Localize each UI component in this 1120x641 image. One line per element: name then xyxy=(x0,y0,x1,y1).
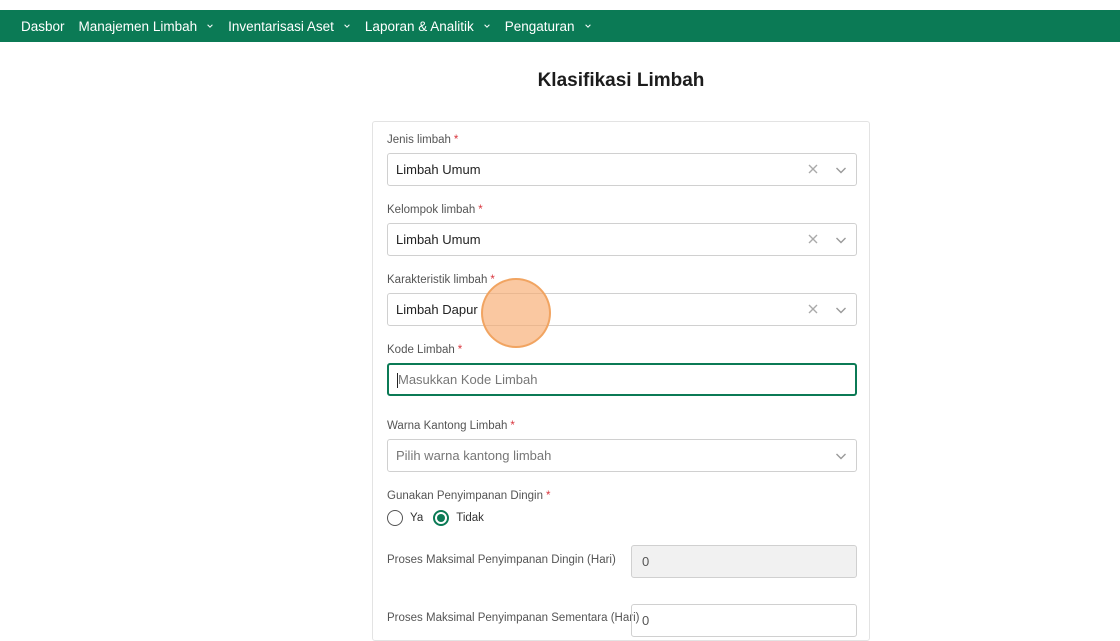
chevron-down-icon[interactable] xyxy=(835,305,847,315)
main-navbar: Dasbor Manajemen Limbah Inventarisasi As… xyxy=(0,10,1120,42)
radio-tidak[interactable] xyxy=(433,510,450,526)
radio-label-ya[interactable]: Ya xyxy=(410,512,423,524)
karakteristik-limbah-select[interactable]: Limbah Dapur xyxy=(387,293,857,326)
jenis-limbah-select[interactable]: Limbah Umum xyxy=(387,153,857,186)
chevron-down-icon xyxy=(483,24,490,28)
text-caret xyxy=(397,373,398,388)
selected-value: Limbah Umum xyxy=(396,232,481,247)
penyimpanan-dingin-label: Gunakan Penyimpanan Dingin * xyxy=(387,490,550,502)
proses-dingin-label: Proses Maksimal Penyimpanan Dingin (Hari… xyxy=(387,554,616,566)
karakteristik-limbah-label: Karakteristik limbah * xyxy=(387,274,495,286)
required-marker: * xyxy=(478,204,483,216)
penyimpanan-dingin-radio-group: Ya Tidak xyxy=(387,510,494,526)
nav-label: Pengaturan xyxy=(504,18,575,34)
chevron-down-icon xyxy=(207,24,213,28)
nav-label: Laporan & Analitik xyxy=(364,18,474,34)
required-marker: * xyxy=(453,134,459,146)
nav-label: Inventarisasi Aset xyxy=(228,18,334,34)
required-marker: * xyxy=(490,274,495,286)
classification-form-card: Jenis limbah * Limbah Umum Kelompok limba… xyxy=(372,121,870,641)
close-icon[interactable] xyxy=(807,163,819,175)
required-marker: * xyxy=(457,344,463,356)
page-title: Klasifikasi Limbah xyxy=(537,70,705,91)
input-placeholder: Masukkan Kode Limbah xyxy=(398,372,538,387)
kode-limbah-input[interactable]: Masukkan Kode Limbah xyxy=(387,363,857,396)
label-text: Gunakan Penyimpanan Dingin xyxy=(387,490,543,502)
label-text: Karakteristik limbah xyxy=(387,274,488,286)
chevron-down-icon[interactable] xyxy=(835,165,847,175)
close-icon[interactable] xyxy=(807,233,819,245)
kode-limbah-label: Kode Limbah * xyxy=(387,344,462,356)
required-marker: * xyxy=(510,420,515,432)
proses-sementara-label: Proses Maksimal Penyimpanan Sementara (H… xyxy=(387,612,640,624)
proses-dingin-input: 0 xyxy=(631,545,857,578)
chevron-down-icon[interactable] xyxy=(835,235,847,245)
nav-label: Dasbor xyxy=(21,18,65,34)
warna-kantong-label: Warna Kantong Limbah * xyxy=(387,420,515,432)
close-icon[interactable] xyxy=(807,303,819,315)
chevron-down-icon[interactable] xyxy=(835,451,847,461)
top-strip xyxy=(0,0,1120,10)
nav-pengaturan[interactable]: Pengaturan xyxy=(505,19,592,34)
required-marker: * xyxy=(546,490,551,502)
chevron-down-icon xyxy=(584,24,591,28)
radio-ya[interactable] xyxy=(387,510,403,526)
label-text: Warna Kantong Limbah xyxy=(387,420,508,432)
warna-kantong-select[interactable]: Pilih warna kantong limbah xyxy=(387,439,857,472)
label-text: Kode Limbah xyxy=(387,344,455,356)
nav-dasbor[interactable]: Dasbor xyxy=(21,19,65,34)
input-value: 0 xyxy=(642,554,650,569)
jenis-limbah-label: Jenis limbah * xyxy=(387,134,458,146)
radio-label-tidak[interactable]: Tidak xyxy=(456,512,484,524)
nav-label: Manajemen Limbah xyxy=(78,18,198,34)
select-placeholder: Pilih warna kantong limbah xyxy=(396,448,552,463)
kelompok-limbah-label: Kelompok limbah * xyxy=(387,204,483,216)
nav-laporan-analitik[interactable]: Laporan & Analitik xyxy=(365,19,491,34)
proses-sementara-input[interactable]: 0 xyxy=(631,604,857,637)
label-text: Jenis limbah xyxy=(387,134,451,146)
nav-manajemen-limbah[interactable]: Manajemen Limbah xyxy=(79,19,215,34)
selected-value: Limbah Dapur xyxy=(396,302,478,317)
nav-inventarisasi-aset[interactable]: Inventarisasi Aset xyxy=(228,19,351,34)
selected-value: Limbah Umum xyxy=(396,162,481,177)
kelompok-limbah-select[interactable]: Limbah Umum xyxy=(387,223,857,256)
label-text: Kelompok limbah xyxy=(387,204,476,216)
chevron-down-icon xyxy=(344,24,350,28)
